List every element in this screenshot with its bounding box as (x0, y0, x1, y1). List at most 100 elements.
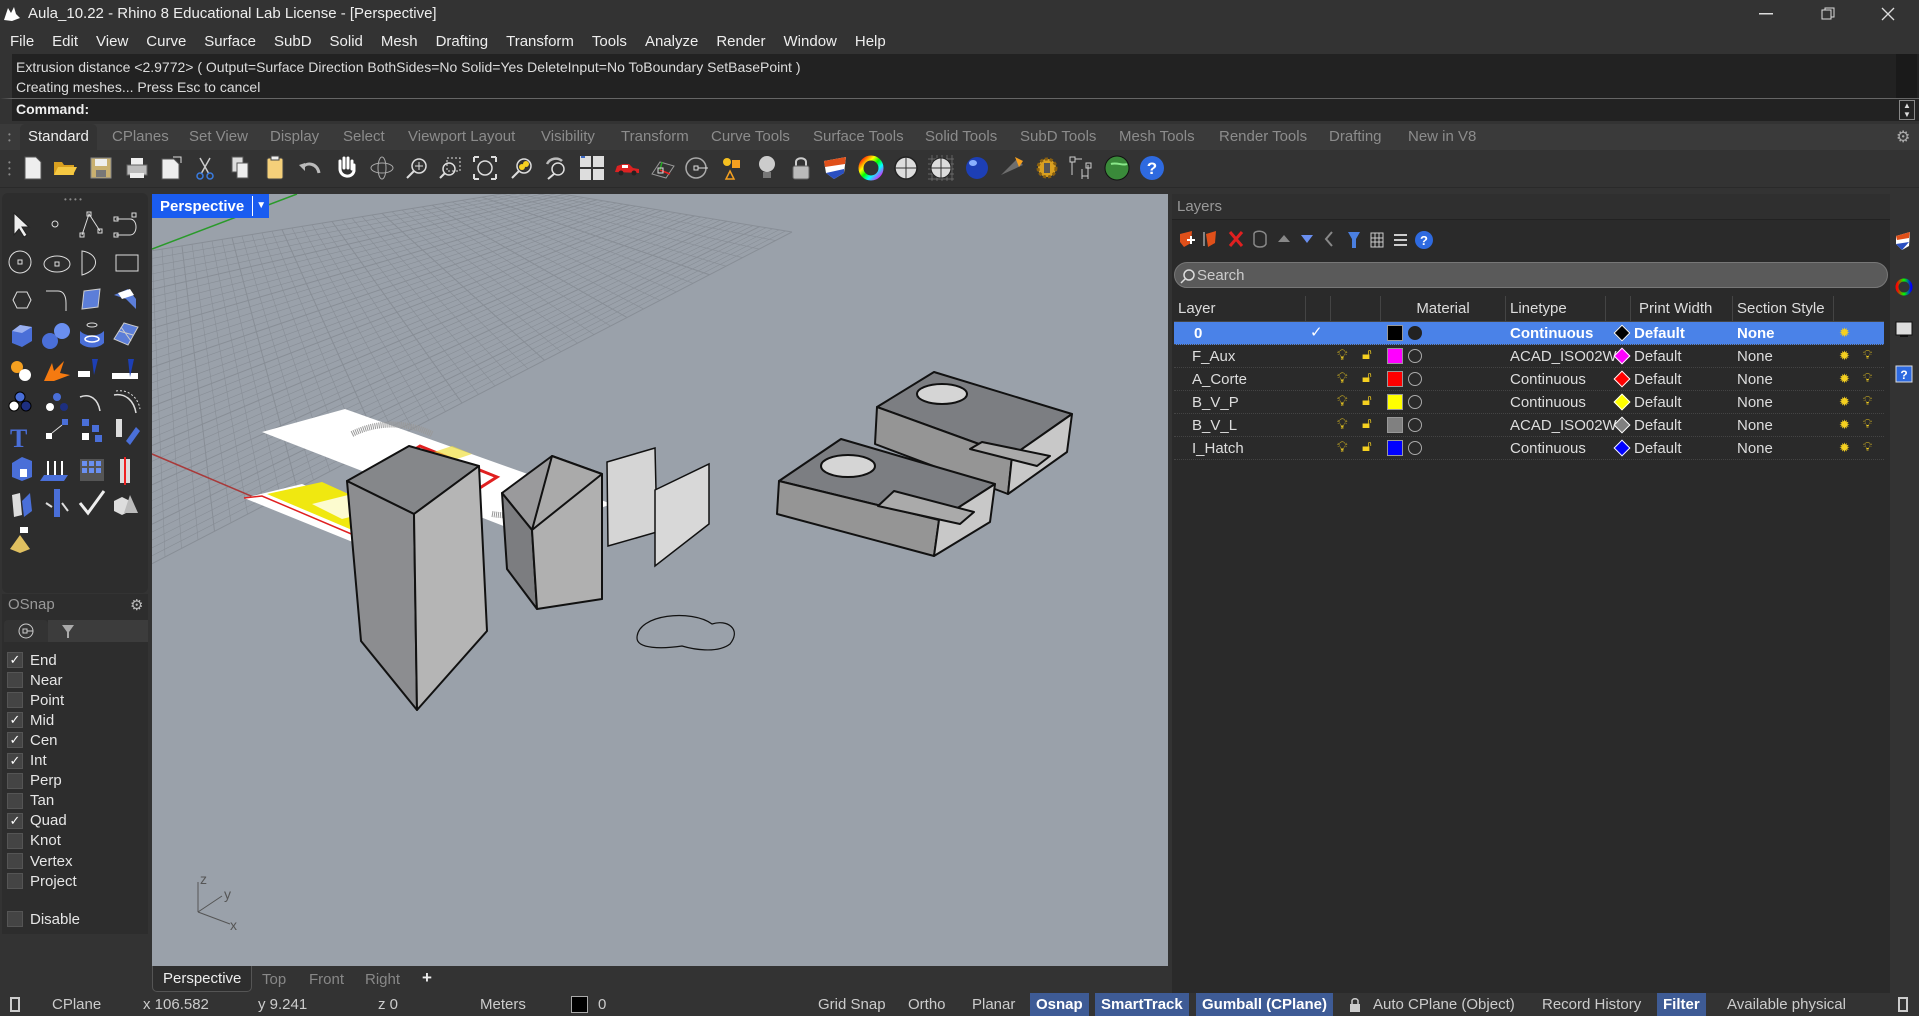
print-color-diamond[interactable] (1613, 439, 1631, 457)
osnap-point[interactable]: Point (7, 691, 64, 709)
pyramid-icon[interactable] (10, 527, 30, 553)
checkbox[interactable] (7, 873, 23, 890)
new-sublayer-icon[interactable] (1203, 231, 1216, 247)
shaded-sphere-icon[interactable] (891, 153, 921, 183)
menu-transform[interactable]: Transform (497, 33, 583, 50)
mirror-icon[interactable] (120, 457, 130, 485)
unlocked-icon[interactable]: 🔓︎ (1362, 392, 1372, 409)
checkbox-checked[interactable]: ✓ (7, 812, 23, 829)
visible-bulb-icon[interactable]: 💡︎ (1337, 439, 1348, 456)
osnap-cen[interactable]: ✓ Cen (7, 731, 58, 749)
perspective-viewport[interactable]: z y x Perspective ▼ (152, 194, 1168, 966)
viewport-tab-right[interactable]: Right (365, 971, 400, 988)
help-panel-tab-icon[interactable]: ? (1895, 365, 1913, 383)
viewport-menu-dropdown-icon[interactable]: ▼ (252, 196, 269, 216)
layer-print-width[interactable]: Default (1634, 394, 1682, 411)
print-color-diamond[interactable] (1613, 393, 1631, 411)
status-cplane[interactable]: CPlane (52, 996, 101, 1013)
viewport-visible-bulb-icon[interactable]: 💡︎ (1863, 393, 1872, 409)
command-line[interactable]: Command: ▲ ▼ (0, 98, 1919, 121)
layer-name[interactable]: B_V_P (1192, 394, 1239, 411)
material-icon[interactable] (1102, 153, 1132, 183)
history-scrollbar[interactable] (1896, 54, 1917, 98)
viewport-visible-bulb-icon[interactable]: 💡︎ (1863, 370, 1872, 386)
extrude-icon[interactable] (40, 461, 68, 481)
toggle-ortho[interactable]: Ortho (908, 996, 946, 1013)
layer-linetype[interactable]: ACAD_ISO02W (1510, 417, 1617, 434)
checkbox-checked[interactable]: ✓ (7, 712, 23, 729)
tab-surface-tools[interactable]: Surface Tools (813, 128, 904, 145)
array-icon[interactable] (82, 419, 102, 442)
new-layer-icon[interactable] (1180, 231, 1195, 247)
arc-icon[interactable] (81, 250, 96, 276)
print-color-diamond[interactable] (1613, 324, 1631, 342)
check-icon[interactable] (78, 490, 106, 516)
cylinder-icon[interactable] (80, 322, 104, 348)
car-icon[interactable] (612, 153, 642, 183)
checkbox[interactable] (7, 772, 23, 789)
viewport-tab-front[interactable]: Front (309, 971, 344, 988)
toolbar-gear-icon[interactable]: ⚙ (1896, 127, 1910, 147)
lock-icon[interactable] (1349, 997, 1361, 1013)
polyline-icon[interactable] (79, 211, 103, 238)
osnap-tab-filter[interactable] (48, 620, 148, 642)
layers-help-icon[interactable]: ? (1415, 231, 1433, 249)
material-circle[interactable] (1408, 441, 1422, 455)
close-button[interactable] (1860, 0, 1916, 28)
visible-bulb-icon[interactable]: 💡︎ (1337, 416, 1348, 433)
boolean-icon[interactable] (11, 361, 31, 381)
split-icon[interactable] (112, 359, 138, 379)
checkbox-checked[interactable]: ✓ (7, 732, 23, 749)
layer-color-swatch[interactable] (1387, 371, 1403, 387)
layer-grid-icon[interactable] (1370, 232, 1384, 248)
layer-section-style[interactable]: None (1737, 348, 1773, 365)
tab-solid-tools[interactable]: Solid Tools (925, 128, 997, 145)
layer-name[interactable]: A_Corte (1192, 371, 1247, 388)
layer-color-swatch[interactable] (1387, 394, 1403, 410)
osnap-near[interactable]: Near (7, 671, 63, 689)
layer-print-width[interactable]: Default (1634, 440, 1682, 457)
tab-select[interactable]: Select (343, 128, 385, 145)
column-header-print-width[interactable]: Print Width (1631, 296, 1733, 322)
open-icon[interactable] (50, 153, 80, 183)
checkbox[interactable] (7, 853, 23, 869)
current-layer-check-icon[interactable]: ✓ (1310, 323, 1323, 341)
new-icon[interactable] (18, 153, 48, 183)
toggle-gumball[interactable]: Gumball (CPlane) (1196, 993, 1334, 1016)
layer-row[interactable]: B_V_P 💡︎ 🔓︎ Continuous Default None ✹ 💡︎ (1174, 391, 1884, 414)
material-circle[interactable] (1408, 372, 1422, 386)
tab-set-view[interactable]: Set View (189, 128, 248, 145)
column-header-layer[interactable]: Layer (1174, 296, 1306, 322)
osnap-quad[interactable]: ✓ Quad (7, 812, 67, 830)
status-current-layer[interactable]: 0 (598, 996, 606, 1013)
hide-icon[interactable] (717, 153, 747, 183)
layer-row[interactable]: B_V_L 💡︎ 🔓︎ ACAD_ISO02W Default None ✹ 💡︎ (1174, 414, 1884, 437)
unlocked-icon[interactable]: 🔓︎ (1362, 415, 1372, 432)
tab-viewport-layout[interactable]: Viewport Layout (408, 128, 515, 145)
render-sphere-icon[interactable] (962, 153, 992, 183)
menu-solid[interactable]: Solid (321, 33, 372, 50)
osnap-disable[interactable]: Disable (7, 910, 80, 928)
layer-list-icon[interactable] (1394, 234, 1407, 246)
viewport-visible-bulb-icon[interactable]: 💡︎ (1863, 416, 1872, 432)
layer-row[interactable]: F_Aux 💡︎ 🔓︎ ACAD_ISO02W Default None ✹ 💡︎ (1174, 345, 1884, 368)
dimension-icon[interactable] (1066, 153, 1096, 183)
clipping-sun-icon[interactable]: ✹ (1839, 440, 1850, 456)
toggle-auto-cplane[interactable]: Auto CPlane (Object) (1373, 996, 1515, 1013)
layers-panel-tab-icon[interactable] (1896, 232, 1910, 250)
layer-color-swatch[interactable] (1387, 440, 1403, 456)
layer-state-icon[interactable] (1253, 230, 1267, 248)
join-icon[interactable] (12, 493, 32, 517)
layer-name[interactable]: B_V_L (1192, 417, 1237, 434)
viewport-tab-top[interactable]: Top (262, 971, 286, 988)
tab-transform[interactable]: Transform (621, 128, 689, 145)
current-layer-swatch[interactable] (571, 996, 588, 1013)
tab-display[interactable]: Display (270, 128, 319, 145)
minimize-button[interactable] (1738, 0, 1794, 28)
menu-edit[interactable]: Edit (43, 33, 87, 50)
layers-search-input[interactable]: Search (1174, 262, 1888, 288)
undo-view-icon[interactable] (541, 153, 571, 183)
tab-standard[interactable]: Standard (20, 124, 97, 150)
zoom-extents-icon[interactable] (470, 153, 500, 183)
restore-button[interactable] (1800, 0, 1856, 28)
